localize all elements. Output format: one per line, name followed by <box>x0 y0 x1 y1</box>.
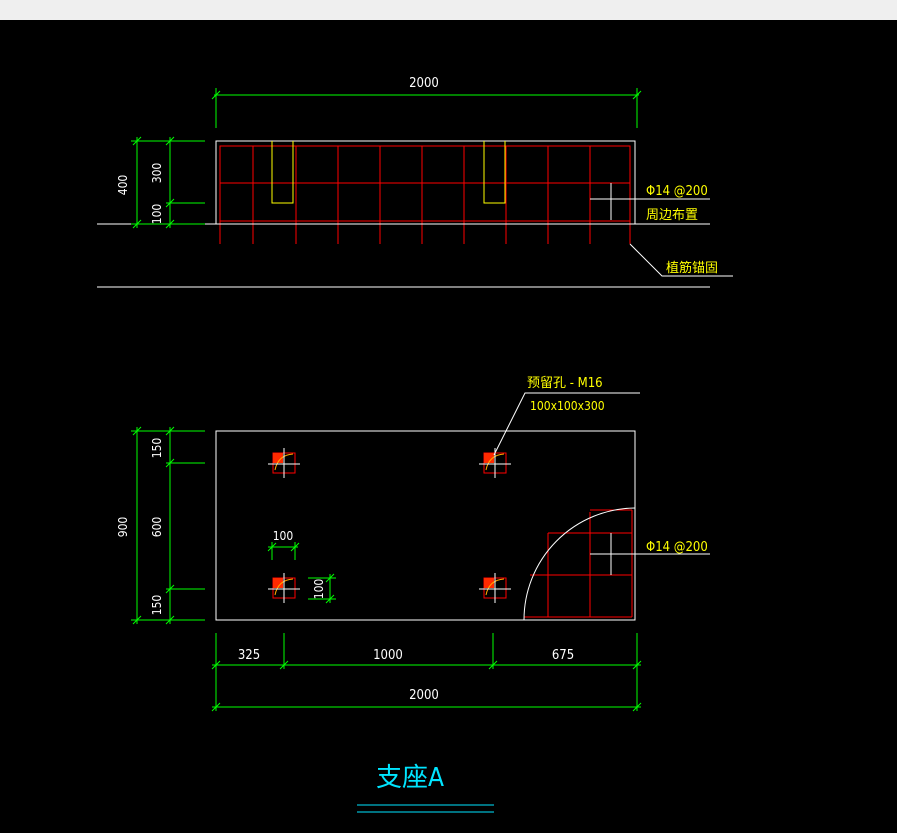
elevation-height-lower-label: 100 <box>150 204 164 225</box>
plan-height-total-label: 900 <box>116 517 130 538</box>
plan-height-top-label: 150 <box>150 438 164 459</box>
drawing-title-block: 支座A <box>357 763 494 813</box>
hole-size: 100x100x300 <box>530 399 605 413</box>
anchor-bolt-hole <box>268 573 300 603</box>
elevation-anchor-note: 植筋锚固 <box>666 260 718 276</box>
anchor-bolt-hole <box>479 573 511 603</box>
plan-width-middle-label: 1000 <box>373 648 403 663</box>
elevation-height-dimensions <box>131 136 205 229</box>
hole-note: 预留孔 - M16 <box>527 376 603 391</box>
elevation-height-total-label: 400 <box>116 175 130 196</box>
plan-height-dimensions <box>131 426 205 625</box>
cad-drawing: 2000 400 300 100 Φ14 @200 周边布置 植筋锚固 Φ14 … <box>97 76 733 813</box>
drawing-title: 支座A <box>376 763 444 793</box>
hole-width-label: 100 <box>273 529 294 543</box>
plan-rebar-detail <box>523 507 710 621</box>
elevation-height-upper-label: 300 <box>150 163 164 184</box>
elevation-width-label: 2000 <box>409 76 439 91</box>
cad-drawing-canvas[interactable]: 2000 400 300 100 Φ14 @200 周边布置 植筋锚固 Φ14 … <box>0 20 897 829</box>
elevation-bolt-holes <box>271 141 506 204</box>
plan-width-total-label: 2000 <box>409 688 439 703</box>
plan-width-left-label: 325 <box>238 648 260 663</box>
elevation-rebar-marker <box>590 183 640 220</box>
window-title-bar <box>0 0 897 20</box>
plan-rebar-spec: Φ14 @200 <box>646 540 708 555</box>
plan-width-right-label: 675 <box>552 648 574 663</box>
anchor-bolt-hole <box>268 448 300 478</box>
plan-height-mid-label: 600 <box>150 517 164 538</box>
elevation-width-dimension <box>211 88 642 128</box>
elevation-rebar-note: 周边布置 <box>646 208 698 223</box>
elevation-rebar-grid <box>219 145 631 244</box>
hole-width-dimension <box>267 542 300 560</box>
elevation-rebar-spec: Φ14 @200 <box>646 184 708 199</box>
hole-height-label: 100 <box>312 579 326 600</box>
plan-height-bottom-label: 150 <box>150 595 164 616</box>
elevation-view: 2000 400 300 100 Φ14 @200 周边布置 植筋锚固 <box>97 76 733 288</box>
plan-view: Φ14 @200 预留孔 - M16 100x100x300 100 100 9… <box>116 376 710 712</box>
